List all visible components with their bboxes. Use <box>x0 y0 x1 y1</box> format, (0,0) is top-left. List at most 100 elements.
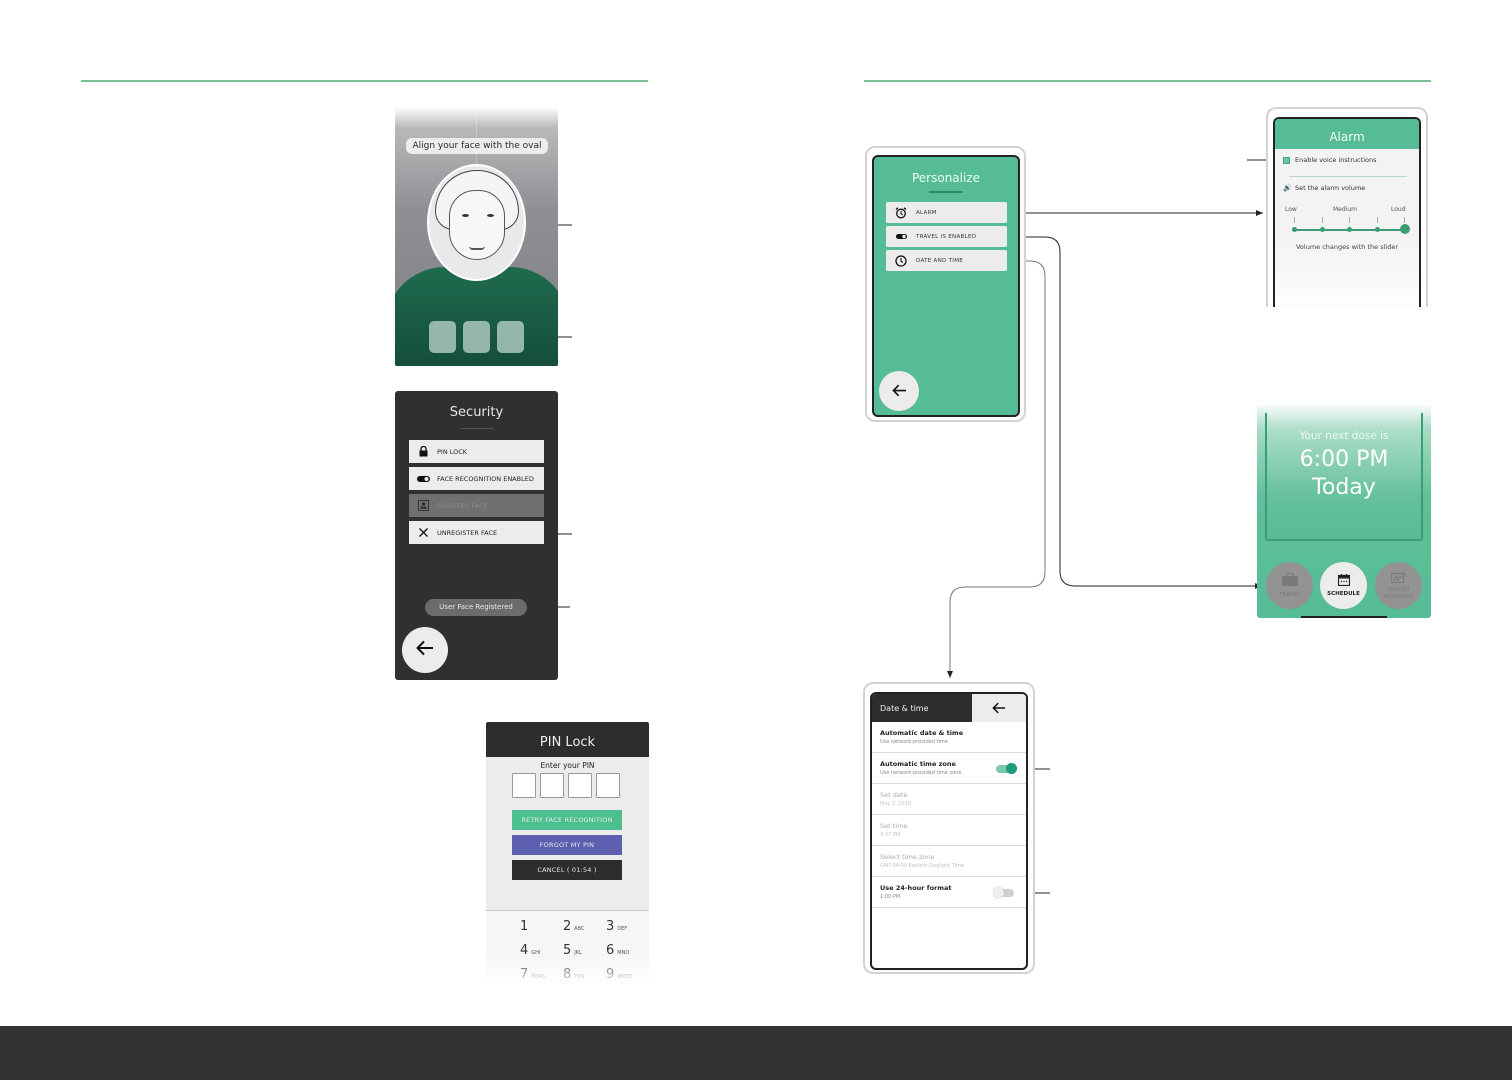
key-digit: 5 <box>563 943 572 958</box>
setting-automatic-time-zone[interactable]: Automatic time zone Use network-provided… <box>872 753 1026 784</box>
alarm-device-frame: Alarm Enable voice instructions 🔊 Set th… <box>1266 107 1428 307</box>
left-eye <box>462 214 469 217</box>
key-letters: TUV <box>574 974 585 980</box>
back-button[interactable] <box>879 371 919 411</box>
datetime-device-frame: Date & time Automatic date & time Use ne… <box>863 682 1035 974</box>
nav-button-schedule[interactable]: SCHEDULE <box>1320 562 1367 609</box>
volume-step[interactable] <box>1292 227 1297 232</box>
pin-digit-field[interactable] <box>596 773 620 798</box>
scale-label-medium: Medium <box>1333 206 1357 213</box>
key-digit: 3 <box>606 919 615 934</box>
keypad-key-1[interactable]: 1 <box>520 919 531 934</box>
nav-button-health-monitors[interactable]: HEALTH MONITORS <box>1375 562 1422 609</box>
briefcase-icon <box>1281 573 1298 588</box>
screen-title: Security <box>449 405 504 420</box>
arrow-left-icon <box>891 382 907 401</box>
nav-button-travel[interactable]: TRAVEL <box>1266 562 1313 609</box>
keypad-key-4[interactable]: 4 GHI <box>520 943 540 958</box>
key-digit: 4 <box>520 943 529 958</box>
numeric-keypad: 1 2 ABC 3 DEF 4 GHI 5 JKL 6 MNO 7 PQRS 8 TUV 9W… <box>486 910 649 987</box>
volume-step[interactable] <box>1320 227 1325 232</box>
key-letters: GHI <box>531 950 541 956</box>
setting-subtitle: Use network-provided time <box>880 739 948 745</box>
keypad-key-5[interactable]: 5 JKL <box>563 943 582 958</box>
cancel-button[interactable]: CANCEL ( 01:54 ) <box>512 860 622 880</box>
volume-slider-handle[interactable] <box>1400 224 1410 234</box>
nav-label: TRAVEL <box>1279 591 1300 598</box>
key-digit: 9 <box>606 967 615 982</box>
pin-entry-boxes[interactable] <box>512 773 620 798</box>
pin-digit-field[interactable] <box>540 773 564 798</box>
scale-tick <box>1404 217 1405 223</box>
face-oval-guide <box>427 164 526 281</box>
menu-item-alarm[interactable]: ALARM <box>886 202 1007 223</box>
menu-item-travel[interactable]: TRAVEL IS ENABLED <box>886 226 1007 247</box>
alarm-clock-icon <box>886 206 916 219</box>
home-indicator <box>1301 616 1387 618</box>
back-button[interactable] <box>402 627 448 673</box>
keypad-key-3[interactable]: 3 DEF <box>606 919 627 934</box>
setting-set-date[interactable]: Set date May 2, 2018 <box>872 784 1026 815</box>
pin-digit-field[interactable] <box>512 773 536 798</box>
forgot-pin-button[interactable]: FORGOT MY PIN <box>512 835 622 855</box>
setting-set-time[interactable]: Set time 3:07 PM <box>872 815 1026 846</box>
close-icon <box>409 528 437 537</box>
nav-label: SCHEDULE <box>1327 591 1360 597</box>
nav-label: HEALTH MONITORS <box>1383 587 1414 600</box>
keypad-key-7[interactable]: 7 PQRS <box>520 967 545 982</box>
scale-tick <box>1349 217 1350 223</box>
face-instruction-banner: Align your face with the oval <box>406 138 548 154</box>
volume-step[interactable] <box>1375 227 1380 232</box>
key-digit: 6 <box>606 943 615 958</box>
scale-tick <box>1294 217 1295 223</box>
pin-lock-screen: PIN Lock Enter your PIN RETRY FACE RECOG… <box>486 722 649 987</box>
voice-instructions-checkbox[interactable] <box>1283 157 1290 164</box>
keypad-key-8[interactable]: 8 TUV <box>563 967 584 982</box>
menu-item-date-time[interactable]: DATE AND TIME <box>886 250 1007 271</box>
next-dose-time: 6:00 PM <box>1299 447 1389 472</box>
retry-face-recognition-button[interactable]: RETRY FACE RECOGNITION <box>512 810 622 830</box>
security-screen: Security PIN LOCK FACE RECOGNITION ENABL… <box>395 391 558 680</box>
menu-item-label: UNREGISTER FACE <box>437 528 498 537</box>
menu-item-label: REGISTER FACE <box>437 501 488 510</box>
setting-subtitle: May 2, 2018 <box>880 801 912 807</box>
menu-item-pin-lock[interactable]: PIN LOCK <box>409 440 544 463</box>
setting-subtitle: GMT-04:00 Eastern Daylight Time <box>880 863 964 869</box>
key-digit: 7 <box>520 967 529 982</box>
keypad-key-6[interactable]: 6 MNO <box>606 943 629 958</box>
clock-icon <box>886 254 916 267</box>
title-underline <box>460 428 493 429</box>
menu-item-unregister-face[interactable]: UNREGISTER FACE <box>409 521 544 544</box>
key-letters: JKL <box>574 950 582 956</box>
toggle-icon <box>886 234 916 239</box>
key-letters: PQRS <box>531 974 545 980</box>
screen-title: Personalize <box>911 171 981 185</box>
setting-automatic-date-time[interactable]: Automatic date & time Use network-provid… <box>872 722 1026 753</box>
setting-24-hour-format[interactable]: Use 24-hour format 1:00 PM <box>872 877 1026 908</box>
next-dose-screen: Your next dose is 6:00 PM Today TRAVEL S… <box>1257 403 1431 618</box>
speaker-icon: 🔊 <box>1283 184 1292 192</box>
setting-select-time-zone[interactable]: Select time zone GMT-04:00 Eastern Dayli… <box>872 846 1026 877</box>
date-time-screen: Date & time Automatic date & time Use ne… <box>870 692 1028 970</box>
pin-digit-field[interactable] <box>568 773 592 798</box>
screen-title: Alarm <box>1275 119 1419 149</box>
connector-travel <box>1006 236 1262 589</box>
screen-title: Date & time <box>872 694 972 722</box>
keypad-key-9[interactable]: 9 WXYZ <box>606 967 632 982</box>
key-letters: WXYZ <box>617 974 633 980</box>
menu-item-register-face[interactable]: REGISTER FACE <box>409 494 544 517</box>
key-digit: 1 <box>520 919 529 934</box>
setting-title: Set time <box>880 822 908 830</box>
menu-item-face-recognition[interactable]: FACE RECOGNITION ENABLED <box>409 467 544 490</box>
volume-step[interactable] <box>1347 227 1352 232</box>
24-hour-format-toggle[interactable] <box>993 887 1014 898</box>
capture-slot <box>429 321 456 353</box>
screen-title: PIN Lock <box>486 722 649 757</box>
pin-prompt: Enter your PIN <box>540 761 595 770</box>
divider <box>1289 176 1407 177</box>
section-rule-right <box>864 80 1431 82</box>
back-button[interactable] <box>972 694 1026 722</box>
auto-time-zone-toggle[interactable] <box>996 763 1017 774</box>
section-rule-left <box>81 80 648 82</box>
keypad-key-2[interactable]: 2 ABC <box>563 919 585 934</box>
